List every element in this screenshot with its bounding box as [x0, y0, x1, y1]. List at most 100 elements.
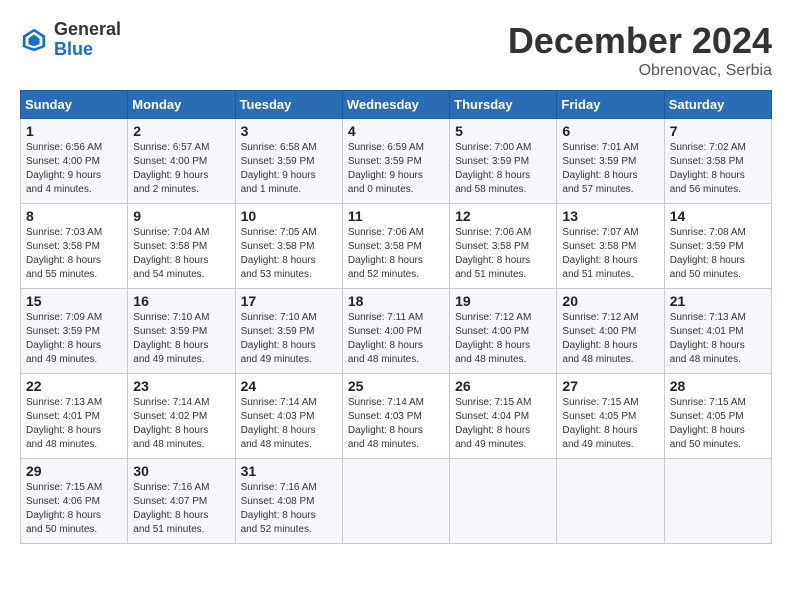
logo-general: General — [54, 20, 121, 40]
calendar-cell: 2Sunrise: 6:57 AM Sunset: 4:00 PM Daylig… — [128, 119, 235, 204]
day-number: 26 — [455, 378, 551, 394]
day-number: 5 — [455, 123, 551, 139]
day-detail: Sunrise: 7:14 AM Sunset: 4:03 PM Dayligh… — [241, 396, 337, 452]
calendar-cell: 3 Sunrise: 6:58 AM Sunset: 3:59 PM Daylig… — [235, 119, 342, 204]
day-number: 30 — [133, 463, 229, 479]
calendar-cell: 4Sunrise: 6:59 AM Sunset: 3:59 PM Daylig… — [342, 119, 449, 204]
day-number: 25 — [348, 378, 444, 394]
day-detail: Sunrise: 7:12 AM Sunset: 4:00 PM Dayligh… — [562, 311, 658, 367]
weekday-header-friday: Friday — [557, 91, 664, 119]
calendar-week-row: 22 Sunrise: 7:13 AM Sunset: 4:01 PM Dayli… — [21, 374, 772, 459]
day-detail: Sunrise: 7:14 AM Sunset: 4:02 PM Dayligh… — [133, 396, 229, 452]
location-subtitle: Obrenovac, Serbia — [508, 62, 772, 80]
day-number: 3 — [241, 123, 337, 139]
calendar-cell: 21 Sunrise: 7:13 AM Sunset: 4:01 PM Dayli… — [664, 289, 771, 374]
day-number: 1 — [26, 123, 122, 139]
day-number: 16 — [133, 293, 229, 309]
calendar-cell — [557, 459, 664, 544]
calendar-cell: 7 Sunrise: 7:02 AM Sunset: 3:58 PM Daylig… — [664, 119, 771, 204]
day-number: 12 — [455, 208, 551, 224]
calendar-cell: 13 Sunrise: 7:07 AM Sunset: 3:58 PM Dayli… — [557, 204, 664, 289]
calendar-cell: 26 Sunrise: 7:15 AM Sunset: 4:04 PM Dayli… — [450, 374, 557, 459]
calendar-cell: 9 Sunrise: 7:04 AM Sunset: 3:58 PM Daylig… — [128, 204, 235, 289]
day-detail: Sunrise: 7:00 AM Sunset: 3:59 PM Dayligh… — [455, 141, 551, 197]
calendar-cell: 28Sunrise: 7:15 AM Sunset: 4:05 PM Dayli… — [664, 374, 771, 459]
day-detail: Sunrise: 7:10 AM Sunset: 3:59 PM Dayligh… — [241, 311, 337, 367]
calendar-cell: 24 Sunrise: 7:14 AM Sunset: 4:03 PM Dayli… — [235, 374, 342, 459]
day-detail: Sunrise: 7:04 AM Sunset: 3:58 PM Dayligh… — [133, 226, 229, 282]
calendar-week-row: 29Sunrise: 7:15 AM Sunset: 4:06 PM Dayli… — [21, 459, 772, 544]
day-detail: Sunrise: 7:02 AM Sunset: 3:58 PM Dayligh… — [670, 141, 766, 197]
day-number: 22 — [26, 378, 122, 394]
calendar-cell — [450, 459, 557, 544]
day-detail: Sunrise: 7:12 AM Sunset: 4:00 PM Dayligh… — [455, 311, 551, 367]
logo: General Blue — [20, 20, 121, 60]
day-number: 2 — [133, 123, 229, 139]
calendar-cell — [342, 459, 449, 544]
calendar-cell: 1 Sunrise: 6:56 AM Sunset: 4:00 PM Daylig… — [21, 119, 128, 204]
day-number: 21 — [670, 293, 766, 309]
calendar-cell: 19 Sunrise: 7:12 AM Sunset: 4:00 PM Dayli… — [450, 289, 557, 374]
page-header: General Blue December 2024 Obrenovac, Se… — [20, 20, 772, 80]
calendar-cell: 20 Sunrise: 7:12 AM Sunset: 4:00 PM Dayli… — [557, 289, 664, 374]
month-title: December 2024 — [508, 20, 772, 62]
day-number: 8 — [26, 208, 122, 224]
day-number: 23 — [133, 378, 229, 394]
calendar-cell: 27Sunrise: 7:15 AM Sunset: 4:05 PM Dayli… — [557, 374, 664, 459]
calendar-week-row: 1 Sunrise: 6:56 AM Sunset: 4:00 PM Daylig… — [21, 119, 772, 204]
day-number: 27 — [562, 378, 658, 394]
day-number: 13 — [562, 208, 658, 224]
day-detail: Sunrise: 6:56 AM Sunset: 4:00 PM Dayligh… — [26, 141, 122, 197]
day-detail: Sunrise: 7:06 AM Sunset: 3:58 PM Dayligh… — [455, 226, 551, 282]
day-number: 10 — [241, 208, 337, 224]
day-number: 31 — [241, 463, 337, 479]
day-number: 7 — [670, 123, 766, 139]
day-detail: Sunrise: 7:07 AM Sunset: 3:58 PM Dayligh… — [562, 226, 658, 282]
day-number: 17 — [241, 293, 337, 309]
day-detail: Sunrise: 7:14 AM Sunset: 4:03 PM Dayligh… — [348, 396, 444, 452]
calendar-table: SundayMondayTuesdayWednesdayThursdayFrid… — [20, 90, 772, 544]
day-detail: Sunrise: 7:03 AM Sunset: 3:58 PM Dayligh… — [26, 226, 122, 282]
day-detail: Sunrise: 7:15 AM Sunset: 4:04 PM Dayligh… — [455, 396, 551, 452]
title-area: December 2024 Obrenovac, Serbia — [508, 20, 772, 80]
day-number: 28 — [670, 378, 766, 394]
day-detail: Sunrise: 7:11 AM Sunset: 4:00 PM Dayligh… — [348, 311, 444, 367]
calendar-cell: 10 Sunrise: 7:05 AM Sunset: 3:58 PM Dayli… — [235, 204, 342, 289]
day-number: 19 — [455, 293, 551, 309]
day-number: 4 — [348, 123, 444, 139]
weekday-header-row: SundayMondayTuesdayWednesdayThursdayFrid… — [21, 91, 772, 119]
day-detail: Sunrise: 7:13 AM Sunset: 4:01 PM Dayligh… — [26, 396, 122, 452]
day-detail: Sunrise: 6:58 AM Sunset: 3:59 PM Dayligh… — [241, 141, 337, 197]
calendar-cell: 6 Sunrise: 7:01 AM Sunset: 3:59 PM Daylig… — [557, 119, 664, 204]
day-detail: Sunrise: 7:10 AM Sunset: 3:59 PM Dayligh… — [133, 311, 229, 367]
calendar-cell: 15Sunrise: 7:09 AM Sunset: 3:59 PM Dayli… — [21, 289, 128, 374]
day-number: 9 — [133, 208, 229, 224]
calendar-cell: 12 Sunrise: 7:06 AM Sunset: 3:58 PM Dayli… — [450, 204, 557, 289]
calendar-cell: 30 Sunrise: 7:16 AM Sunset: 4:07 PM Dayli… — [128, 459, 235, 544]
calendar-cell — [664, 459, 771, 544]
day-detail: Sunrise: 7:06 AM Sunset: 3:58 PM Dayligh… — [348, 226, 444, 282]
day-detail: Sunrise: 7:05 AM Sunset: 3:58 PM Dayligh… — [241, 226, 337, 282]
calendar-cell: 8 Sunrise: 7:03 AM Sunset: 3:58 PM Daylig… — [21, 204, 128, 289]
day-number: 14 — [670, 208, 766, 224]
weekday-header-saturday: Saturday — [664, 91, 771, 119]
day-number: 20 — [562, 293, 658, 309]
calendar-cell: 23 Sunrise: 7:14 AM Sunset: 4:02 PM Dayli… — [128, 374, 235, 459]
calendar-cell: 18Sunrise: 7:11 AM Sunset: 4:00 PM Dayli… — [342, 289, 449, 374]
calendar-cell: 14 Sunrise: 7:08 AM Sunset: 3:59 PM Dayli… — [664, 204, 771, 289]
weekday-header-thursday: Thursday — [450, 91, 557, 119]
day-detail: Sunrise: 7:01 AM Sunset: 3:59 PM Dayligh… — [562, 141, 658, 197]
logo-blue: Blue — [54, 40, 121, 60]
day-detail: Sunrise: 7:16 AM Sunset: 4:08 PM Dayligh… — [241, 481, 337, 537]
day-number: 15 — [26, 293, 122, 309]
weekday-header-sunday: Sunday — [21, 91, 128, 119]
day-number: 24 — [241, 378, 337, 394]
day-detail: Sunrise: 7:13 AM Sunset: 4:01 PM Dayligh… — [670, 311, 766, 367]
day-number: 11 — [348, 208, 444, 224]
day-number: 6 — [562, 123, 658, 139]
calendar-cell: 17 Sunrise: 7:10 AM Sunset: 3:59 PM Dayli… — [235, 289, 342, 374]
day-detail: Sunrise: 7:16 AM Sunset: 4:07 PM Dayligh… — [133, 481, 229, 537]
calendar-week-row: 8 Sunrise: 7:03 AM Sunset: 3:58 PM Daylig… — [21, 204, 772, 289]
calendar-cell: 5 Sunrise: 7:00 AM Sunset: 3:59 PM Daylig… — [450, 119, 557, 204]
day-detail: Sunrise: 7:08 AM Sunset: 3:59 PM Dayligh… — [670, 226, 766, 282]
